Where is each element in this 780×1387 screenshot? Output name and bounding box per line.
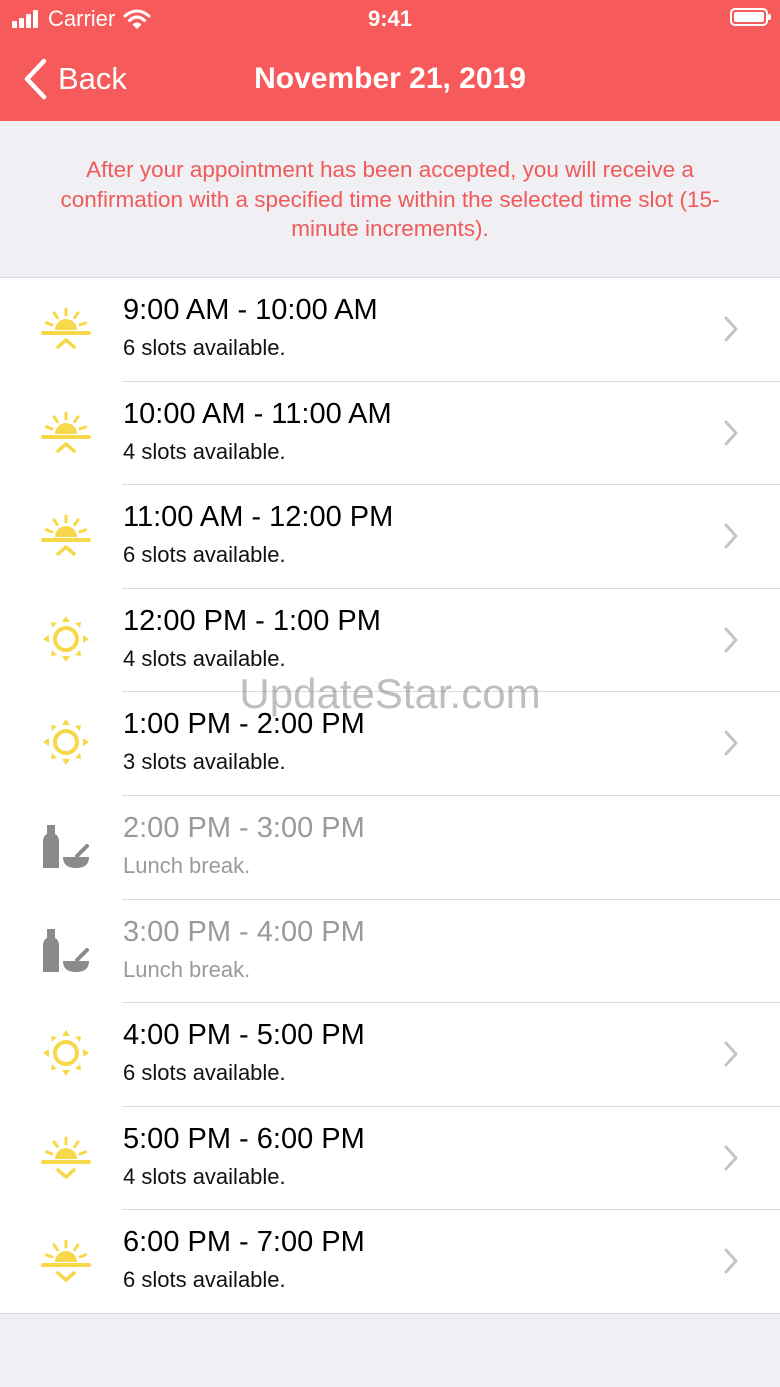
time-slot-row[interactable]: 11:00 AM - 12:00 PM 6 slots available. xyxy=(0,485,780,589)
time-slot-row[interactable]: 6:00 PM - 7:00 PM 6 slots available. xyxy=(0,1210,780,1314)
time-slot-row[interactable]: 4:00 PM - 5:00 PM 6 slots available. xyxy=(0,1003,780,1107)
time-slot-row: 3:00 PM - 4:00 PM Lunch break. xyxy=(0,900,780,1004)
time-slot-row[interactable]: 12:00 PM - 1:00 PM 4 slots available. xyxy=(0,589,780,693)
time-slot-range: 4:00 PM - 5:00 PM xyxy=(123,1019,365,1052)
chevron-right-icon xyxy=(722,626,740,654)
lunch-icon xyxy=(38,818,94,874)
time-slot-status: 4 slots available. xyxy=(123,438,286,464)
time-slot-status: 3 slots available. xyxy=(123,749,286,775)
lunch-icon xyxy=(38,922,94,978)
navigation-header: Carrier 9:41 Back November 21, 2019 xyxy=(0,0,780,121)
chevron-right-icon xyxy=(722,1247,740,1275)
chevron-right-icon xyxy=(722,729,740,757)
time-slot-range: 12:00 PM - 1:00 PM xyxy=(123,604,381,637)
chevron-right-icon xyxy=(722,315,740,343)
time-slot-range: 2:00 PM - 3:00 PM xyxy=(123,812,365,844)
status-time: 9:41 xyxy=(367,6,413,31)
sunset-icon xyxy=(38,1232,94,1288)
time-slot-row[interactable]: 10:00 AM - 11:00 AM 4 slots available. xyxy=(0,382,780,486)
time-slot-status: Lunch break. xyxy=(123,853,251,878)
sun-icon xyxy=(38,611,94,667)
time-slot-range: 9:00 AM - 10:00 AM xyxy=(123,294,378,326)
chevron-right-icon xyxy=(722,1144,740,1172)
time-slot-row[interactable]: 1:00 PM - 2:00 PM 3 slots available. xyxy=(0,692,780,796)
page-title: November 21, 2019 xyxy=(254,62,526,95)
status-bar: Carrier 9:41 xyxy=(0,0,780,40)
time-slot-status: 6 slots available. xyxy=(123,542,286,568)
time-slot-status: 6 slots available. xyxy=(123,335,286,360)
confirmation-notice: After your appointment has been accepted… xyxy=(60,157,720,241)
time-slot-row[interactable]: 9:00 AM - 10:00 AM 6 slots available. xyxy=(0,278,780,382)
time-slot-range: 5:00 PM - 6:00 PM xyxy=(123,1122,365,1155)
sunrise-icon xyxy=(38,300,94,356)
time-slot-status: 6 slots available. xyxy=(123,1267,286,1293)
time-slot-range: 11:00 AM - 12:00 PM xyxy=(123,501,394,534)
time-slot-status: 4 slots available. xyxy=(123,645,286,671)
time-slot-status: Lunch break. xyxy=(123,956,251,982)
sun-icon xyxy=(38,1025,94,1081)
time-slot-row[interactable]: 5:00 PM - 6:00 PM 4 slots available. xyxy=(0,1107,780,1211)
time-slot-status: 4 slots available. xyxy=(123,1163,286,1189)
time-slot-range: 10:00 AM - 11:00 AM xyxy=(123,397,392,430)
time-slot-range: 6:00 PM - 7:00 PM xyxy=(123,1226,365,1259)
sunrise-icon xyxy=(38,507,94,563)
sunset-icon xyxy=(38,1129,94,1185)
chevron-right-icon xyxy=(722,522,740,550)
sunrise-icon xyxy=(38,404,94,460)
time-slot-row: 2:00 PM - 3:00 PM Lunch break. xyxy=(0,796,780,900)
battery-icon xyxy=(730,8,771,26)
time-slot-range: 1:00 PM - 2:00 PM xyxy=(123,708,365,741)
sun-icon xyxy=(38,714,94,770)
time-slot-range: 3:00 PM - 4:00 PM xyxy=(123,915,365,948)
time-slot-status: 6 slots available. xyxy=(123,1060,286,1086)
time-slot-list: 9:00 AM - 10:00 AM 6 slots available. 10:0… xyxy=(0,277,780,1314)
chevron-right-icon xyxy=(722,419,740,447)
chevron-right-icon xyxy=(722,1040,740,1068)
